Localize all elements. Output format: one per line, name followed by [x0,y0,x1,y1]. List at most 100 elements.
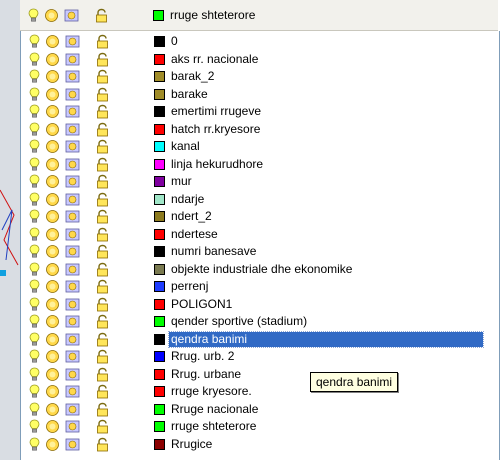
lightbulb-icon[interactable] [27,87,42,102]
layer-color-swatch[interactable] [154,386,165,397]
padlock-icon[interactable] [95,314,110,329]
layer-color-swatch[interactable] [154,193,165,205]
layer-color-swatch[interactable] [154,246,165,257]
layer-color-swatch[interactable] [154,333,165,345]
layer-color-swatch[interactable] [154,421,165,432]
layer-row[interactable]: numri banesave [21,243,499,260]
sun-icon[interactable] [45,279,60,294]
freeze-viewport-icon[interactable] [65,192,80,207]
layer-row[interactable]: barak_2 [21,68,499,85]
layer-row[interactable]: aks rr. nacionale [21,51,499,68]
layer-row[interactable]: Rrugice [21,436,499,453]
padlock-icon[interactable] [95,209,110,224]
layer-row[interactable]: perrenj [21,278,499,295]
layer-row[interactable]: rruge kryesore. [21,383,499,400]
freeze-viewport-icon[interactable] [65,87,80,102]
layer-row[interactable]: kanal [21,138,499,155]
lightbulb-icon[interactable] [27,402,42,417]
layer-color-swatch[interactable] [154,106,165,117]
layer-color-swatch[interactable] [154,176,165,187]
lightbulb-icon[interactable] [27,122,42,137]
padlock-icon[interactable] [95,174,110,189]
padlock-icon[interactable] [95,157,110,172]
sun-icon[interactable] [45,87,60,102]
sun-icon[interactable] [45,34,60,49]
sun-icon[interactable] [45,384,60,399]
padlock-icon[interactable] [95,227,110,242]
sun-icon[interactable] [45,104,60,119]
lightbulb-icon[interactable] [27,34,42,49]
freeze-viewport-icon[interactable] [65,174,80,189]
layer-combo-current[interactable]: rruge shteterore [20,0,498,31]
layer-row[interactable]: ndertese [21,226,499,243]
layer-row[interactable]: emertimi rrugeve [21,103,499,120]
padlock-icon[interactable] [95,52,110,67]
layer-color-swatch[interactable] [154,316,165,327]
lightbulb-icon[interactable] [27,244,42,259]
layer-row[interactable]: qendra banimi [21,330,499,348]
layer-row[interactable]: mur [21,173,499,190]
layer-row[interactable]: Rrug. urb. 2 [21,348,499,365]
freeze-viewport-icon[interactable] [65,122,80,137]
padlock-icon[interactable] [95,244,110,259]
layer-row[interactable]: Rrug. urbane [21,366,499,383]
lightbulb-icon[interactable] [27,332,42,347]
freeze-viewport-icon[interactable] [65,314,80,329]
freeze-viewport-icon[interactable] [65,297,80,312]
sun-icon[interactable] [45,174,60,189]
freeze-viewport-icon[interactable] [65,34,80,49]
layer-row[interactable]: rruge shteterore [21,418,499,435]
sun-icon[interactable] [45,209,60,224]
lightbulb-icon[interactable] [27,227,42,242]
sun-icon[interactable] [44,8,59,23]
layer-color-swatch[interactable] [154,141,165,152]
current-layer-row[interactable]: rruge shteterore [20,7,498,24]
padlock-icon[interactable] [94,8,109,23]
freeze-viewport-icon[interactable] [65,384,80,399]
padlock-icon[interactable] [95,139,110,154]
layer-row[interactable]: qender sportive (stadium) [21,313,499,330]
sun-icon[interactable] [45,332,60,347]
freeze-viewport-icon[interactable] [65,209,80,224]
layer-color-swatch[interactable] [154,36,165,47]
padlock-icon[interactable] [95,69,110,84]
padlock-icon[interactable] [95,297,110,312]
sun-icon[interactable] [45,192,60,207]
freeze-viewport-icon[interactable] [65,227,80,242]
freeze-viewport-icon[interactable] [65,402,80,417]
freeze-viewport-icon[interactable] [65,332,80,347]
lightbulb-icon[interactable] [27,279,42,294]
freeze-viewport-icon[interactable] [65,157,80,172]
lightbulb-icon[interactable] [26,8,41,23]
lightbulb-icon[interactable] [27,104,42,119]
freeze-viewport-icon[interactable] [65,437,80,452]
layer-color-swatch[interactable] [154,298,165,310]
lightbulb-icon[interactable] [27,139,42,154]
layer-color-swatch[interactable] [154,53,165,65]
padlock-icon[interactable] [95,192,110,207]
layer-color-swatch[interactable] [153,10,164,21]
layer-color-swatch[interactable] [154,71,165,82]
layer-color-swatch[interactable] [154,368,165,380]
layer-color-swatch[interactable] [154,403,165,415]
layer-row[interactable]: 0 [21,33,499,50]
lightbulb-icon[interactable] [27,174,42,189]
padlock-icon[interactable] [95,437,110,452]
lightbulb-icon[interactable] [27,349,42,364]
padlock-icon[interactable] [95,367,110,382]
layer-color-swatch[interactable] [154,88,165,100]
layer-color-swatch[interactable] [154,351,165,362]
sun-icon[interactable] [45,244,60,259]
layer-row[interactable]: objekte industriale dhe ekonomike [21,261,499,278]
sun-icon[interactable] [45,157,60,172]
layer-color-swatch[interactable] [154,123,165,135]
sun-icon[interactable] [45,349,60,364]
layer-row[interactable]: linja hekurudhore [21,156,499,173]
layer-row[interactable]: ndarje [21,191,499,208]
sun-icon[interactable] [45,297,60,312]
sun-icon[interactable] [45,262,60,277]
padlock-icon[interactable] [95,332,110,347]
padlock-icon[interactable] [95,262,110,277]
layer-row[interactable]: POLIGON1 [21,296,499,313]
padlock-icon[interactable] [95,402,110,417]
